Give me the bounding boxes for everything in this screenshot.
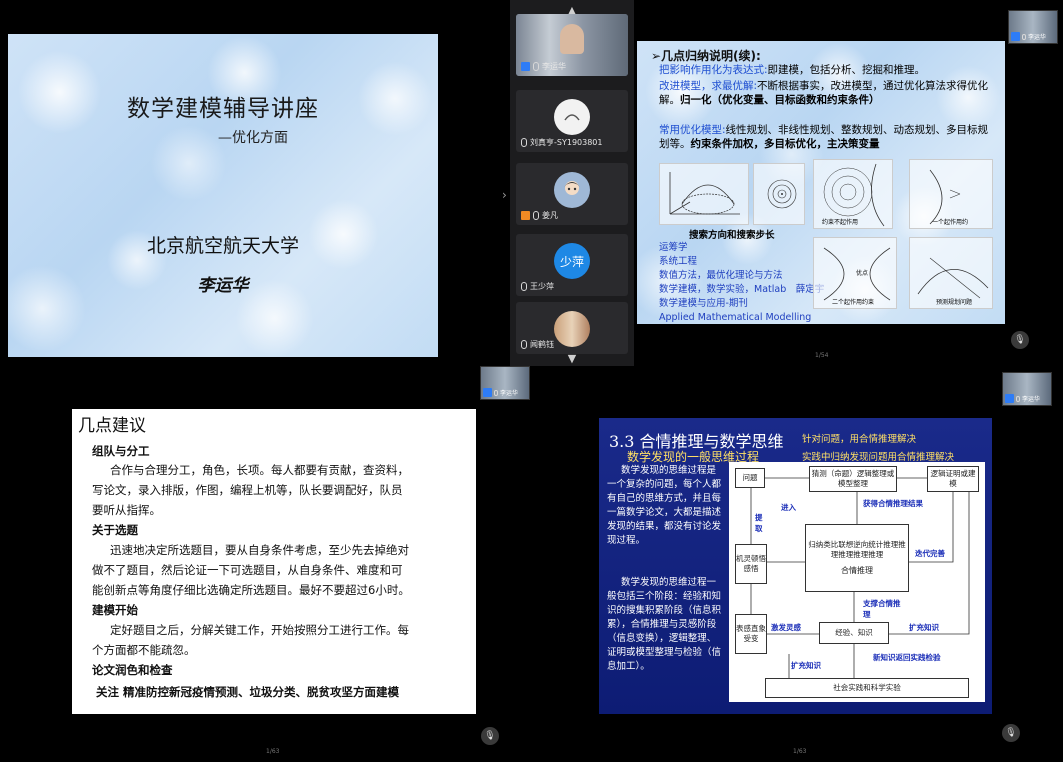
paragraph-line: 写论文，录入排版，作图，编程上机等，队长要调配好，队员	[92, 483, 403, 497]
paragraph-line: 合作与合理分工，角色，长项。每人都要有贡献，查资料，	[110, 463, 409, 477]
host-icon	[1011, 32, 1020, 41]
page-indicator: 1/63	[793, 748, 807, 755]
shared-slide-suggestions: 几点建议 组队与分工 合作与合理分工，角色，长项。每人都要有贡献，查资料， 写论…	[72, 409, 476, 714]
diagram-two-constraints: 优点 二个起作用约束	[813, 237, 897, 309]
shared-slide-title: 数学建模辅导讲座 —优化方面 北京航空航天大学 李运华	[8, 34, 438, 357]
mic-muted-icon[interactable]: 🎙	[1011, 331, 1029, 349]
diagram-constraint-active: 一个起作用约	[909, 159, 993, 229]
speaker-thumbnail[interactable]: 李运华	[1008, 10, 1058, 44]
user-avatar-icon	[554, 311, 590, 347]
diagram-label: 预测规划问题	[936, 299, 973, 306]
point-emphasis: 归一化（优化变量、目标函数和约束条件）	[680, 94, 880, 106]
point-label: 常用优化模型:	[659, 124, 726, 136]
page-indicator: 1/54	[815, 352, 829, 359]
participant-tile[interactable]: 少萍 王少萍	[516, 234, 628, 296]
point-label: 改进模型，求最优解:	[659, 80, 758, 92]
point-emphasis: 约束条件加权，多目标优化，主决策变量	[690, 138, 880, 150]
paragraph-line: 定好题目之后，分解关键工作，开始按照分工进行工作。每	[110, 623, 409, 637]
participant-name: 刘真亨-SY1903801	[530, 138, 603, 147]
collapse-strip-icon[interactable]: ›	[502, 188, 507, 202]
slide-subtitle: —优化方面	[218, 130, 288, 146]
slide-subheading-note: 实践中归纳发现问题用合情推理解决	[802, 452, 955, 463]
diagram-predictive: 预测规划问题	[909, 237, 993, 309]
participant-name: 李运华	[542, 62, 566, 71]
slide-organization: 北京航空航天大学	[146, 235, 299, 257]
slide-heading-note: 针对问题，用合情推理解决	[802, 434, 917, 445]
mic-icon	[521, 340, 527, 349]
participant-tile[interactable]: 姜凡	[516, 163, 628, 225]
participant-name: 姜凡	[542, 211, 558, 220]
user-avatar-icon	[554, 99, 590, 135]
mic-muted-icon[interactable]: 🎙	[1002, 724, 1020, 742]
participant-name: 闻鹤钰	[530, 340, 554, 349]
participant-tile[interactable]: 刘真亨-SY1903801	[516, 90, 628, 152]
host-icon	[1005, 394, 1014, 403]
participant-strip[interactable]: ▲ 李运华 刘真亨-SY1903801 姜凡 少萍 王少萍 闻鹤钰 ▼	[510, 0, 634, 366]
reference-list: 运筹学 系统工程 数值方法，最优化理论与方法 数学建模，数学实验，Matlab …	[659, 242, 825, 323]
section-title: 组队与分工	[92, 444, 150, 458]
paragraph-line: 关注 精准防控新冠疫情预测、垃圾分类、脱贫攻坚方面建模	[96, 685, 400, 699]
diagram-label: 优点	[856, 270, 869, 277]
diagram-label: 二个起作用约束	[832, 299, 875, 306]
mic-icon	[533, 62, 539, 71]
mic-icon	[521, 138, 527, 147]
section-title: 建模开始	[92, 603, 138, 617]
slide-paragraph: 数学发现的思维过程是一个复杂的问题，每个人都有自己的思维方式，并且每一篇数学论文…	[607, 465, 722, 546]
speaker-thumbnail[interactable]: 李运华	[480, 366, 530, 400]
host-icon	[483, 388, 492, 397]
mic-icon	[533, 211, 539, 220]
paragraph-line: 要听从指挥。	[92, 503, 161, 517]
mic-icon	[1016, 395, 1020, 402]
slide-heading: 几点建议	[78, 416, 146, 436]
diagram-3d-surface	[659, 163, 749, 225]
paragraph-line: 做不了题目，然后论证一下可选题目，从自身条件、难度和可	[92, 563, 403, 577]
slide-title: 数学建模辅导讲座	[127, 96, 319, 122]
diagram-constraint-inactive: 约束不起作用	[813, 159, 893, 229]
camera-off-icon	[521, 211, 530, 220]
paragraph-line: 能创新点等角度仔细比选确定所选题目。最好不要超过6小时。	[92, 583, 410, 597]
participant-name: 王少萍	[530, 282, 554, 291]
slide-author: 李运华	[197, 276, 249, 296]
point-text: 即建模，包括分析、挖掘和推理。	[767, 64, 926, 76]
page-indicator: 1/63	[266, 748, 280, 755]
reasoning-flowchart: 问题 猜测（命题）逻辑整理或模型整理 逻辑证明或建模 机灵顿悟感悟 归纳类比联想…	[729, 462, 985, 702]
shared-slide-optimization: ➢几点归纳说明(续): 把影响作用化为表达式:即建模，包括分析、挖掘和推理。 改…	[637, 41, 1005, 324]
participant-tile[interactable]: 闻鹤钰	[516, 302, 628, 354]
user-avatar-icon	[554, 172, 590, 208]
speaker-thumbnail[interactable]: 李运华	[1002, 372, 1052, 406]
point-label: 把影响作用化为表达式:	[659, 64, 768, 76]
paragraph-line: 迅速地决定所选题目，要从自身条件考虑，至少先去掉绝对	[110, 543, 409, 557]
host-icon	[521, 62, 530, 71]
diagram-label: 约束不起作用	[822, 219, 859, 226]
participant-video	[560, 24, 584, 54]
section-title: 关于选题	[92, 523, 138, 537]
diagram-contours	[753, 163, 805, 225]
paragraph-line: 个方面都不能疏忽。	[92, 643, 196, 657]
slide-paragraph: 数学发现的思维过程一般包括三个阶段：经验和知识的搜集积累阶段（信息积累），合情推…	[607, 577, 722, 672]
mic-icon	[494, 389, 498, 396]
scroll-down-icon[interactable]: ▼	[510, 352, 634, 365]
user-avatar: 少萍	[554, 243, 590, 279]
slide-heading: ➢几点归纳说明(续):	[651, 49, 761, 63]
section-title: 论文润色和检查	[92, 663, 173, 677]
diagram-label: 一个起作用约	[932, 219, 969, 226]
mic-muted-icon[interactable]: 🎙	[481, 727, 499, 745]
mic-icon	[1022, 33, 1026, 40]
mic-icon	[521, 282, 527, 291]
participant-tile[interactable]: 李运华	[516, 14, 628, 76]
shared-slide-reasoning: 3.3 合情推理与数学思维 针对问题，用合情推理解决 数学发现的一般思维过程 实…	[599, 418, 992, 714]
